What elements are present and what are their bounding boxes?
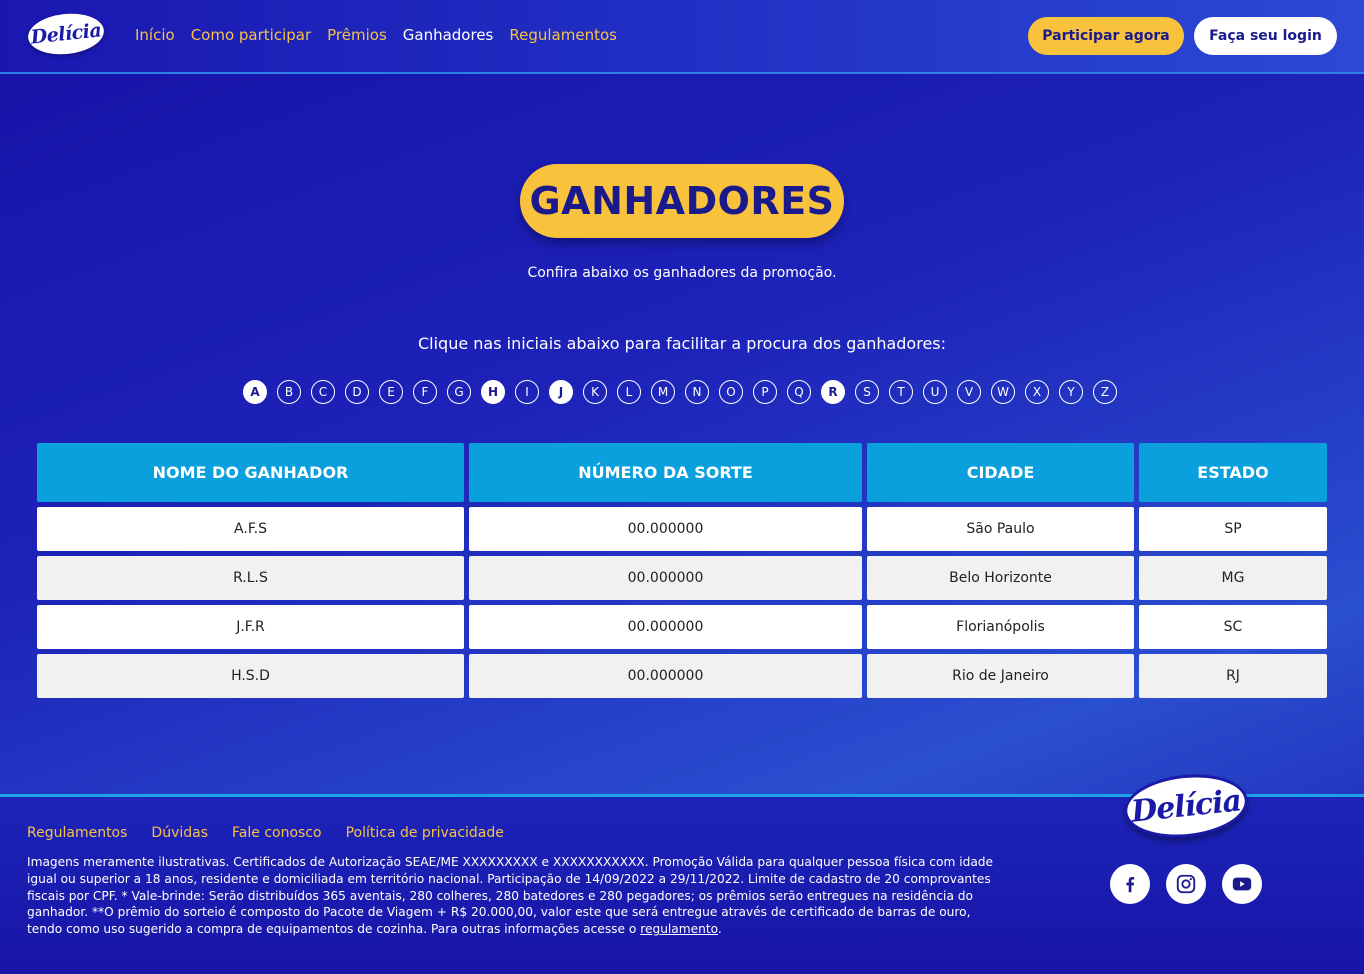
letter-filter: ABCDEFGHIJKLMNOPQRSTUVWXYZ: [243, 380, 1117, 404]
letter-filter-f[interactable]: F: [413, 380, 437, 404]
column-header-city: CIDADE: [867, 443, 1134, 502]
letter-filter-m[interactable]: M: [651, 380, 675, 404]
letter-filter-k[interactable]: K: [583, 380, 607, 404]
login-button[interactable]: Faça seu login: [1194, 17, 1337, 55]
cell-winner-name: H.S.D: [37, 654, 464, 698]
regulamento-link[interactable]: regulamento: [640, 922, 718, 936]
winners-table: NOME DO GANHADOR NÚMERO DA SORTE CIDADE …: [37, 443, 1327, 698]
letter-filter-e[interactable]: E: [379, 380, 403, 404]
letter-filter-instruction: Clique nas iniciais abaixo para facilita…: [417, 334, 947, 353]
cell-lucky-number: 00.000000: [469, 654, 862, 698]
table-header: NOME DO GANHADOR NÚMERO DA SORTE CIDADE …: [37, 443, 1327, 502]
letter-filter-o[interactable]: O: [719, 380, 743, 404]
footer-links: Regulamentos Dúvidas Fale conosco Políti…: [27, 825, 504, 841]
letter-filter-v[interactable]: V: [957, 380, 981, 404]
letter-filter-d[interactable]: D: [345, 380, 369, 404]
letter-filter-x[interactable]: X: [1025, 380, 1049, 404]
cell-city: Rio de Janeiro: [867, 654, 1134, 698]
letter-filter-q[interactable]: Q: [787, 380, 811, 404]
nav-item-como-participar[interactable]: Como participar: [191, 26, 311, 44]
instagram-icon[interactable]: [1166, 864, 1206, 904]
nav-item-inicio[interactable]: Início: [135, 26, 175, 44]
footer-link-politica-privacidade[interactable]: Política de privacidade: [346, 825, 504, 841]
page-subtitle: Confira abaixo os ganhadores da promoção…: [527, 265, 837, 281]
letter-filter-y[interactable]: Y: [1059, 380, 1083, 404]
social-links: [1110, 864, 1262, 904]
letter-filter-c[interactable]: C: [311, 380, 335, 404]
letter-filter-n[interactable]: N: [685, 380, 709, 404]
cell-state: RJ: [1139, 654, 1327, 698]
cell-state: SC: [1139, 605, 1327, 649]
disclaimer-text: Imagens meramente ilustrativas. Certific…: [27, 855, 994, 937]
cell-lucky-number: 00.000000: [469, 605, 862, 649]
letter-filter-r[interactable]: R: [821, 380, 845, 404]
nav-item-regulamentos[interactable]: Regulamentos: [509, 26, 617, 44]
legal-disclaimer: Imagens meramente ilustrativas. Certific…: [27, 854, 1002, 938]
footer-logo-text: Delícia: [1129, 782, 1243, 830]
cell-lucky-number: 00.000000: [469, 556, 862, 600]
table-row: A.F.S 00.000000 São Paulo SP: [37, 507, 1327, 551]
brand-logo[interactable]: Delícia: [26, 10, 106, 58]
page-title-badge: GANHADORES: [520, 164, 844, 238]
facebook-icon[interactable]: [1110, 864, 1150, 904]
letter-filter-l[interactable]: L: [617, 380, 641, 404]
letter-filter-s[interactable]: S: [855, 380, 879, 404]
letter-filter-a[interactable]: A: [243, 380, 267, 404]
youtube-icon[interactable]: [1222, 864, 1262, 904]
letter-filter-i[interactable]: I: [515, 380, 539, 404]
letter-filter-t[interactable]: T: [889, 380, 913, 404]
letter-filter-u[interactable]: U: [923, 380, 947, 404]
cell-city: Florianópolis: [867, 605, 1134, 649]
cell-city: São Paulo: [867, 507, 1134, 551]
cell-winner-name: R.L.S: [37, 556, 464, 600]
letter-filter-j[interactable]: J: [549, 380, 573, 404]
table-row: J.F.R 00.000000 Florianópolis SC: [37, 605, 1327, 649]
column-header-name: NOME DO GANHADOR: [37, 443, 464, 502]
table-row: R.L.S 00.000000 Belo Horizonte MG: [37, 556, 1327, 600]
disclaimer-end: .: [717, 922, 722, 937]
cell-city: Belo Horizonte: [867, 556, 1134, 600]
footer-brand-logo[interactable]: Delícia: [1121, 768, 1251, 844]
letter-filter-p[interactable]: P: [753, 380, 777, 404]
footer-link-fale-conosco[interactable]: Fale conosco: [232, 825, 322, 841]
footer-link-duvidas[interactable]: Dúvidas: [151, 825, 208, 841]
page-title: GANHADORES: [529, 179, 835, 223]
cell-state: MG: [1139, 556, 1327, 600]
nav-item-ganhadores[interactable]: Ganhadores: [403, 26, 494, 44]
letter-filter-z[interactable]: Z: [1093, 380, 1117, 404]
participate-button[interactable]: Participar agora: [1028, 17, 1184, 55]
table-row: H.S.D 00.000000 Rio de Janeiro RJ: [37, 654, 1327, 698]
column-header-lucky-number: NÚMERO DA SORTE: [469, 443, 862, 502]
letter-filter-g[interactable]: G: [447, 380, 471, 404]
site-footer: Regulamentos Dúvidas Fale conosco Políti…: [0, 768, 1364, 974]
cell-lucky-number: 00.000000: [469, 507, 862, 551]
nav-item-premios[interactable]: Prêmios: [327, 26, 387, 44]
letter-filter-b[interactable]: B: [277, 380, 301, 404]
main-nav: Início Como participar Prêmios Ganhadore…: [135, 26, 617, 44]
site-header: Delícia Início Como participar Prêmios G…: [0, 0, 1364, 74]
cell-winner-name: J.F.R: [37, 605, 464, 649]
letter-filter-h[interactable]: H: [481, 380, 505, 404]
column-header-state: ESTADO: [1139, 443, 1327, 502]
cell-state: SP: [1139, 507, 1327, 551]
footer-link-regulamentos[interactable]: Regulamentos: [27, 825, 127, 841]
letter-filter-w[interactable]: W: [991, 380, 1015, 404]
brand-logo-text: Delícia: [29, 19, 103, 49]
cell-winner-name: A.F.S: [37, 507, 464, 551]
